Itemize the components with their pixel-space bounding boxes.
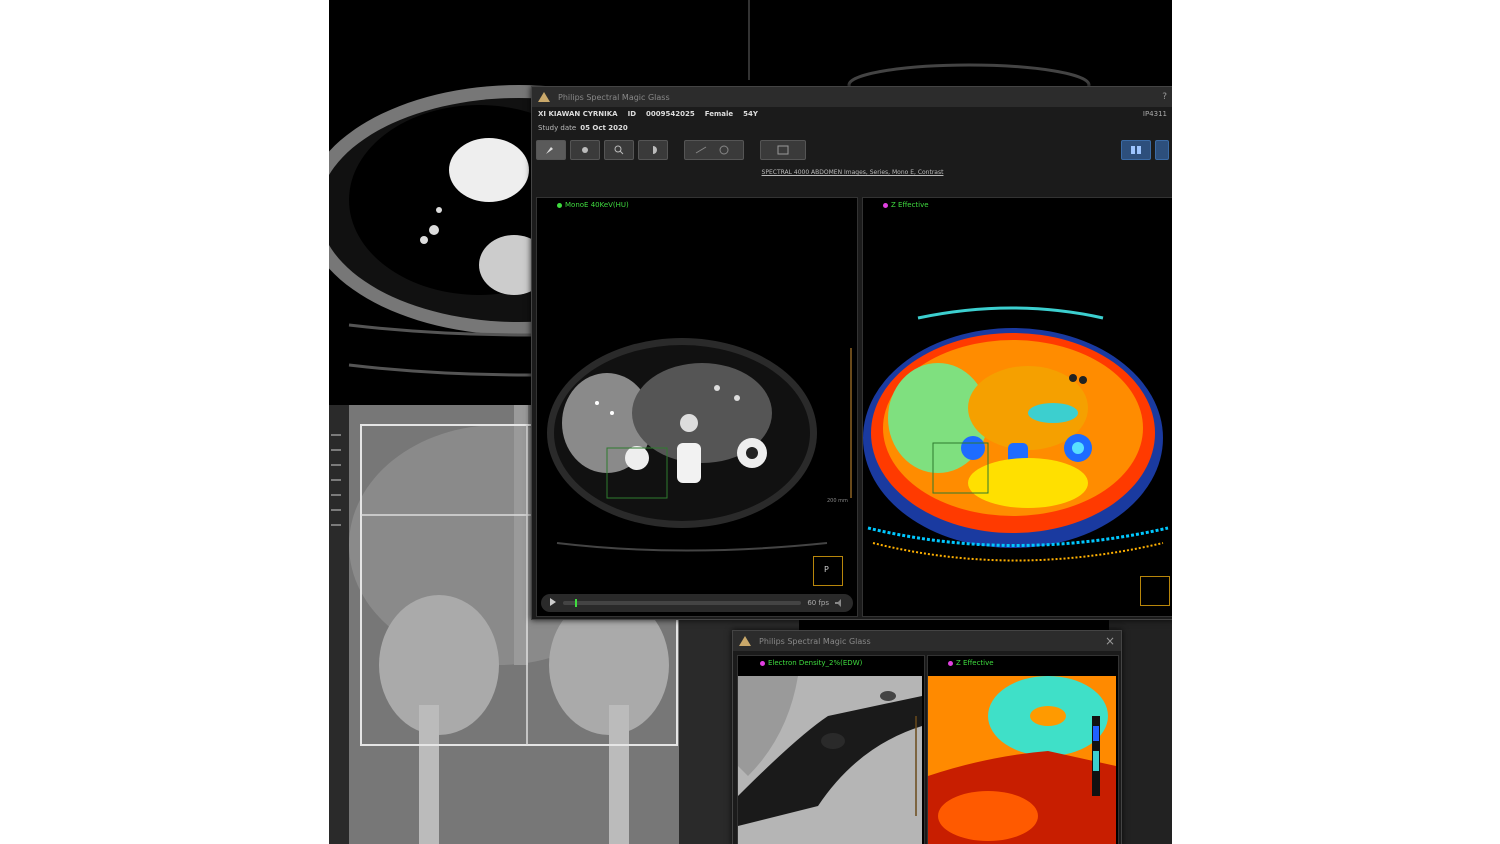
- orientation-cube[interactable]: P: [813, 556, 843, 586]
- pan-icon: [582, 147, 588, 153]
- secondary-window: Philips Spectral Magic Glass × Electron …: [732, 630, 1122, 844]
- app-logo-icon: [538, 92, 550, 102]
- main-window: Philips Spectral Magic Glass ? XI KIAWAN…: [531, 86, 1172, 620]
- close-button[interactable]: ×: [1105, 634, 1115, 648]
- layout-tool-button[interactable]: [760, 140, 806, 160]
- window-level-tool-button[interactable]: [638, 140, 668, 160]
- help-button[interactable]: ?: [1162, 92, 1167, 102]
- window-title: Philips Spectral Magic Glass: [558, 92, 670, 102]
- monoe-ct-image: [547, 338, 852, 552]
- cine-player: 60 fps: [541, 594, 853, 612]
- pointer-icon: [546, 147, 553, 154]
- patient-id-label: ID: [627, 110, 637, 118]
- patient-age: 54Y: [743, 110, 758, 118]
- right-orientation-cube[interactable]: [1140, 576, 1170, 606]
- z-effective-image: [863, 306, 1169, 562]
- main-window-titlebar[interactable]: Philips Spectral Magic Glass ?: [532, 87, 1172, 107]
- main-toolbar: [532, 135, 1172, 165]
- view-mode-button[interactable]: [1121, 140, 1151, 160]
- play-icon: [550, 598, 556, 606]
- layout-icon: [777, 145, 789, 155]
- volume-icon[interactable]: [835, 599, 845, 607]
- zoom-tool-button[interactable]: [604, 140, 634, 160]
- screen-button[interactable]: [1155, 140, 1169, 160]
- roi-icon: [695, 145, 729, 155]
- pointer-tool-button[interactable]: [536, 140, 566, 160]
- study-date-bar: Study date 05 Oct 2020: [532, 121, 1172, 135]
- measure-tool-button[interactable]: [684, 140, 744, 160]
- contrast-icon: [653, 146, 657, 154]
- study-date-label: Study date: [538, 124, 577, 132]
- right-code: IP4311: [1142, 110, 1167, 118]
- electron-density-viewport[interactable]: Electron Density_2%(EDW): [737, 655, 925, 844]
- z-effective-viewport[interactable]: Z Effective: [927, 655, 1119, 844]
- scale-label: 200 mm: [827, 498, 848, 504]
- left-viewport[interactable]: MonoE 40KeV(HU) 200 mm P 60 fps: [536, 197, 858, 617]
- right-viewport[interactable]: Z Effective: [862, 197, 1172, 617]
- play-button[interactable]: [549, 598, 557, 608]
- grid-view-icon: [1131, 146, 1141, 154]
- secondary-window-title: Philips Spectral Magic Glass: [759, 636, 871, 646]
- series-info-link[interactable]: SPECTRAL 4000 ABDOMEN Images, Series, Mo…: [532, 165, 1172, 181]
- secondary-window-titlebar[interactable]: Philips Spectral Magic Glass ×: [733, 631, 1121, 651]
- electron-density-image: [738, 676, 922, 844]
- patient-sex: Female: [704, 110, 734, 118]
- cine-slider-handle[interactable]: [575, 599, 577, 607]
- pan-tool-button[interactable]: [570, 140, 600, 160]
- cine-slider[interactable]: [563, 599, 802, 607]
- z-effective-zoom-image: [928, 676, 1116, 844]
- zoom-icon: [614, 145, 624, 155]
- patient-name: XI KIAWAN CYRNIKA: [538, 110, 618, 118]
- study-date: 05 Oct 2020: [580, 124, 628, 132]
- patient-id: 0009542025: [646, 110, 695, 118]
- viewer-stage: Philips Spectral Magic Glass ? XI KIAWAN…: [329, 0, 1172, 844]
- patient-info-bar: XI KIAWAN CYRNIKA ID 0009542025 Female 5…: [532, 107, 1172, 121]
- orientation-letter: P: [824, 565, 829, 574]
- cine-speed[interactable]: 60 fps: [807, 599, 829, 607]
- app-logo-icon: [739, 636, 751, 646]
